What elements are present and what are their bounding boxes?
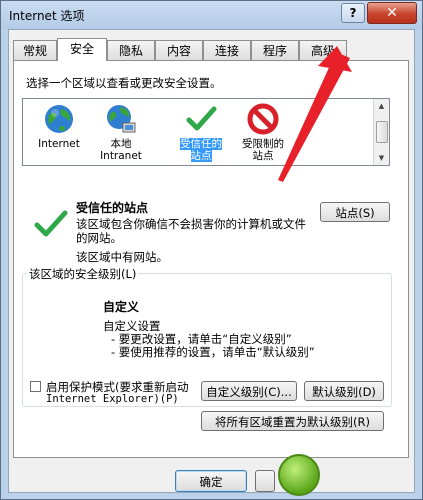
scroll-thumb[interactable]	[376, 121, 388, 143]
zone-trusted-sites[interactable]: 受信任的 站点	[171, 103, 231, 162]
zone-label-intranet-line1: 本地	[110, 138, 132, 150]
security-level-name: 自定义	[103, 300, 140, 314]
tab-security[interactable]: 安全	[57, 38, 107, 61]
scroll-down-icon[interactable]: ▼	[374, 151, 389, 165]
security-level-line3: - 要使用推荐的设置，请单击“默认级别”	[111, 345, 315, 359]
zone-label-trusted-line1: 受信任的	[180, 138, 222, 150]
zone-list-scrollbar[interactable]: ▲ ▼	[373, 99, 389, 165]
zone-instruction: 选择一个区域以查看或更改安全设置。	[26, 76, 222, 90]
zone-label-trusted: 受信任的 站点	[180, 138, 222, 162]
title-bar[interactable]: Internet 选项 ? ✕	[1, 1, 422, 29]
restricted-circle-icon	[247, 103, 279, 135]
zone-list: Internet 本地 Intranet 受信任的 站点 受限制的 站点 ▲ ▼	[22, 98, 390, 166]
reset-all-zones-button[interactable]: 将所有区域重置为默认级别(R)	[201, 411, 384, 431]
trusted-checkmark-icon	[34, 210, 68, 237]
zone-label-trusted-line2: 站点	[190, 150, 212, 162]
zone-label-intranet-line2: Intranet	[100, 150, 142, 162]
zone-label-intranet: 本地 Intranet	[100, 138, 142, 162]
ok-button[interactable]: 确定	[175, 470, 247, 492]
tab-content[interactable]: 内容	[155, 40, 203, 60]
zone-internet[interactable]: Internet	[29, 103, 89, 150]
zone-site-count: 该区域中有网站。	[76, 250, 168, 264]
window-title: Internet 选项	[9, 9, 85, 23]
help-button[interactable]: ?	[341, 3, 365, 23]
zone-detail-title: 受信任的站点	[76, 201, 149, 215]
zone-label-restricted-line1: 受限制的	[242, 138, 284, 150]
zone-label-restricted: 受限制的 站点	[242, 138, 284, 162]
green-checkmark-icon	[186, 106, 217, 131]
zone-label-restricted-line2: 站点	[252, 150, 274, 162]
protected-mode-label-line2: Internet Explorer)(P)	[46, 393, 179, 405]
tab-advanced[interactable]: 高级	[299, 40, 347, 60]
dialog-body: 常规 安全 隐私 内容 连接 程序 高级 选择一个区域以查看或更改安全设置。 I…	[8, 29, 415, 493]
security-level-group-label: 该区域的安全级别(L)	[27, 266, 139, 282]
tab-connections[interactable]: 连接	[203, 40, 251, 60]
site-watermark	[270, 452, 423, 500]
zone-local-intranet[interactable]: 本地 Intranet	[91, 103, 151, 162]
tab-privacy[interactable]: 隐私	[107, 40, 155, 60]
zone-detail-description: 该区域包含你确信不会损害你的计算机或文件的网站。	[76, 217, 306, 245]
custom-level-button[interactable]: 自定义级别(C)...	[201, 381, 297, 401]
protected-mode-checkbox[interactable]	[30, 381, 41, 392]
tab-general[interactable]: 常规	[13, 40, 57, 60]
zone-restricted-sites[interactable]: 受限制的 站点	[233, 103, 293, 162]
intranet-globe-icon	[107, 105, 136, 133]
internet-options-window: Internet 选项 ? ✕ 常规 安全 隐私 内容 连接 程序 高级 选择一…	[0, 0, 423, 500]
close-button[interactable]: ✕	[367, 2, 417, 24]
scroll-up-icon[interactable]: ▲	[374, 99, 389, 113]
sites-button[interactable]: 站点(S)	[320, 202, 390, 222]
watermark-logo-icon	[278, 454, 320, 496]
security-tab-panel: 选择一个区域以查看或更改安全设置。 Internet 本地 Intranet 受…	[13, 60, 409, 458]
default-level-button[interactable]: 默认级别(D)	[304, 381, 384, 401]
tab-programs[interactable]: 程序	[251, 40, 299, 60]
globe-icon	[45, 105, 73, 133]
zone-label-internet: Internet	[38, 138, 80, 150]
